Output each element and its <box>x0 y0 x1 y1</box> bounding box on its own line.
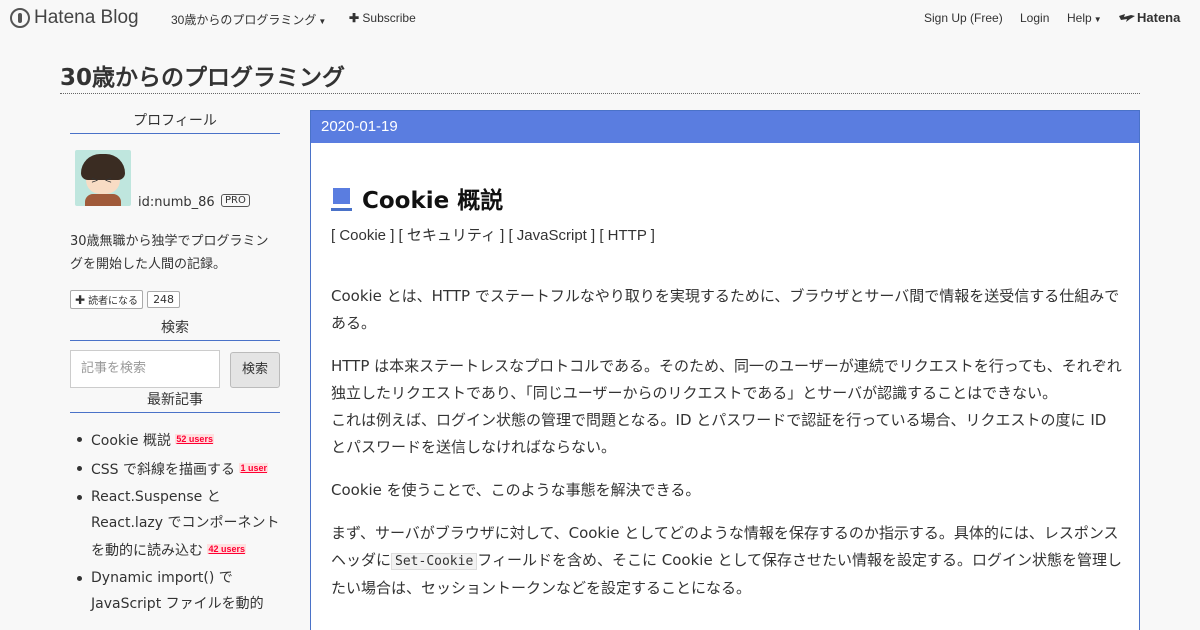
list-item: Cookie 概説 52 users <box>70 426 280 454</box>
profile-heading: プロフィール <box>70 110 280 134</box>
search-button[interactable]: 検索 <box>230 352 280 388</box>
hatena-blog-logo[interactable]: Hatena Blog <box>10 7 139 29</box>
avatar-body <box>85 194 121 206</box>
caret-down-icon: ▼ <box>1093 15 1102 24</box>
inline-code: Set-Cookie <box>391 553 478 570</box>
brand-label: Hatena Blog <box>34 7 139 28</box>
list-item: React.Suspense と React.lazy でコンポーネントを動的に… <box>70 484 280 564</box>
blog-menu[interactable]: 30歳からのプログラミング ▼ <box>171 11 326 28</box>
login-link[interactable]: Login <box>1020 11 1049 25</box>
profile-bio: 30歳無職から独学でプログラミングを開始した人間の記録。 <box>70 234 269 272</box>
avatar-eyes: >< <box>91 176 119 186</box>
subscribe-label: Subscribe <box>362 11 416 25</box>
reader-count[interactable]: 248 <box>147 291 181 308</box>
avatar[interactable]: >< <box>75 150 131 206</box>
paragraph: Cookie を使うことで、このような事態を解決できる。 <box>331 481 701 499</box>
title-divider <box>60 93 1140 94</box>
plus-icon: ✚ <box>75 292 86 307</box>
entry-content: Cookie とは、HTTP でステートフルなやり取りを実現するために、ブラウザ… <box>331 283 1126 618</box>
list-item: CSS で斜線を描画する 1 user <box>70 455 280 483</box>
entry-title[interactable]: Cookie 概説 <box>331 181 503 215</box>
entry-title-text: Cookie 概説 <box>362 188 504 214</box>
paragraph-line: HTTP は本来ステートレスなプロトコルである。そのため、同一のユーザーが連続で… <box>331 357 1122 402</box>
subscribe-reader-button[interactable]: ✚ 読者になる <box>70 290 144 309</box>
recent-entry-link[interactable]: React.Suspense と React.lazy でコンポーネントを動的に… <box>91 489 279 559</box>
paragraph: Cookie とは、HTTP でステートフルなやり取りを実現するために、ブラウザ… <box>331 287 1120 332</box>
recent-entry-link[interactable]: CSS で斜線を描画する <box>91 462 235 478</box>
paragraph-line: これは例えば、ログイン状態の管理で問題となる。ID とパスワードで認証を行ってい… <box>331 411 1107 456</box>
bookmark-count-badge[interactable]: 42 users <box>207 544 246 554</box>
sidebar: プロフィール >< id:numb_86 PRO 30歳無職から独学でプログラミ… <box>70 110 280 612</box>
help-label: Help <box>1067 11 1092 25</box>
plus-icon: ✚ <box>349 11 360 25</box>
recent-entry-link[interactable]: Dynamic import() で JavaScript ファイルを動的 <box>91 570 264 612</box>
bookmark-count-badge[interactable]: 52 users <box>175 434 214 444</box>
hatena-label: Hatena <box>1137 10 1181 25</box>
blog-title[interactable]: 30歳からのプログラミング <box>60 58 345 92</box>
search-heading: 検索 <box>70 317 280 341</box>
article: 2020-01-19 Cookie 概説 [ Cookie ] [ セキュリティ… <box>310 110 1140 630</box>
global-header: Hatena Blog 30歳からのプログラミング ▼ ✚ Subscribe S… <box>0 0 1200 36</box>
recent-entry-link[interactable]: Cookie 概説 <box>91 433 171 449</box>
hatena-blog-icon <box>10 8 30 28</box>
entry-categories[interactable]: [ Cookie ] [ セキュリティ ] [ JavaScript ] [ H… <box>331 224 655 245</box>
help-menu[interactable]: Help ▼ <box>1067 11 1102 25</box>
profile: >< id:numb_86 PRO <box>70 150 280 210</box>
hatena-bird-icon <box>1119 13 1135 22</box>
recent-heading: 最新記事 <box>70 389 280 413</box>
paragraph: HTTP は本来ステートレスなプロトコルである。そのため、同一のユーザーが連続で… <box>331 353 1126 461</box>
reader-row: ✚ 読者になる 248 <box>70 290 181 309</box>
blog-menu-label: 30歳からのプログラミング <box>171 13 317 27</box>
hatena-logo[interactable]: Hatena <box>1119 10 1180 25</box>
subscribe-link[interactable]: ✚ Subscribe <box>349 11 416 25</box>
reader-button-label: 読者になる <box>88 296 139 307</box>
user-id-link[interactable]: id:numb_86 <box>138 195 215 210</box>
caret-down-icon: ▼ <box>318 17 327 26</box>
search-input[interactable]: 記事を検索 <box>70 350 220 388</box>
recent-list: Cookie 概説 52 users CSS で斜線を描画する 1 user R… <box>70 426 280 618</box>
paragraph: まず、サーバがブラウザに対して、Cookie としてどのような情報を保存するのか… <box>331 520 1126 602</box>
entry-date[interactable]: 2020-01-19 <box>311 111 1139 143</box>
bookmark-count-badge[interactable]: 1 user <box>239 463 268 473</box>
signup-link[interactable]: Sign Up (Free) <box>924 11 1003 25</box>
list-item: Dynamic import() で JavaScript ファイルを動的 <box>70 565 280 617</box>
pro-badge: PRO <box>221 194 250 207</box>
title-square-icon <box>331 186 352 211</box>
